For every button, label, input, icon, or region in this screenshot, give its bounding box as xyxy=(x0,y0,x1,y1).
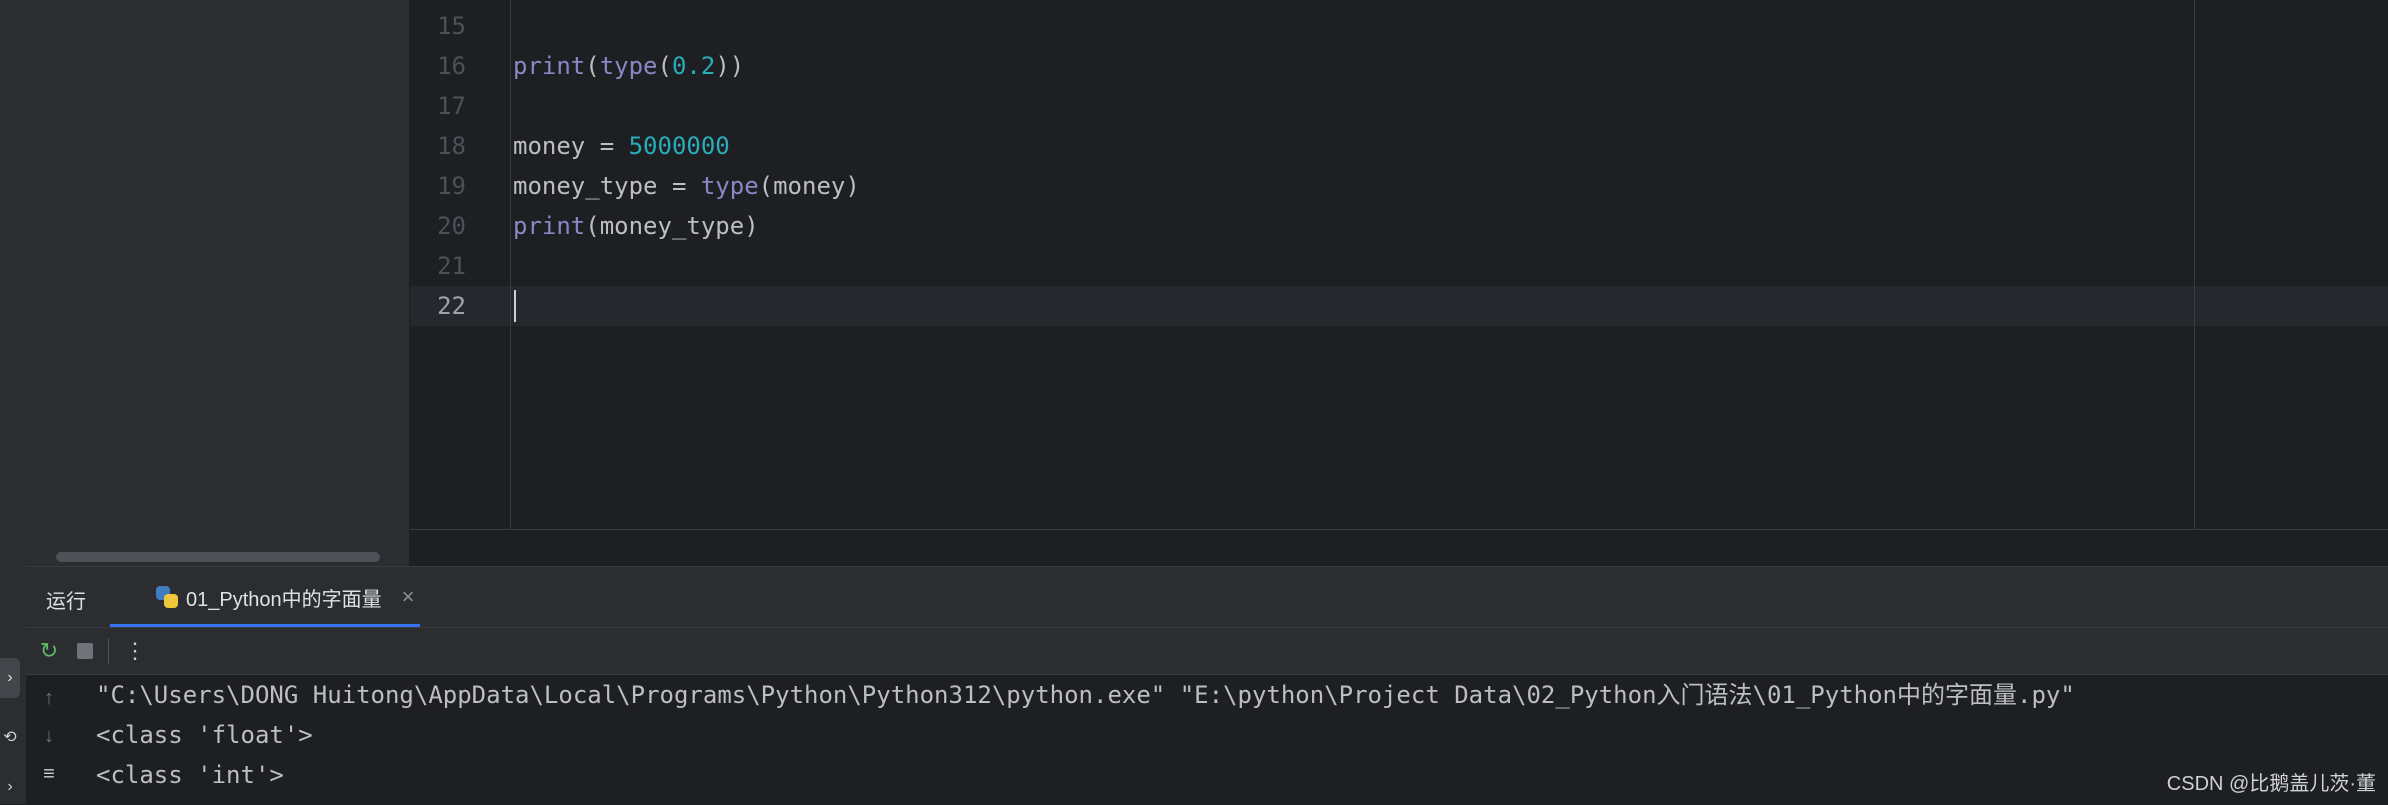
code-line[interactable]: 19 money_type = type(money) xyxy=(410,166,2388,206)
code-token: 0.2 xyxy=(671,52,716,80)
console-gutter: ↑ ↓ ≡ xyxy=(26,675,72,805)
run-tool-icon[interactable]: › xyxy=(0,658,20,698)
terminal-tool-icon[interactable]: › xyxy=(1,776,19,798)
editor-status-gap xyxy=(410,530,2388,566)
project-panel xyxy=(26,0,410,566)
code-text: money = 5000000 xyxy=(513,126,730,166)
project-horizontal-scrollbar[interactable] xyxy=(56,552,380,562)
right-margin-guide xyxy=(2194,0,2195,529)
gutter-separator xyxy=(510,0,511,529)
line-number: 20 xyxy=(437,212,466,240)
close-icon[interactable]: × xyxy=(402,584,415,610)
line-number: 15 xyxy=(437,12,466,40)
code-token: ( xyxy=(585,52,600,80)
watermark: CSDN @比鹅盖儿茨·董 xyxy=(2166,773,2376,795)
toolbar-separator xyxy=(108,638,109,664)
left-tool-strip: › ⟲ › xyxy=(0,0,27,804)
code-token: type xyxy=(700,172,759,200)
code-token: money_type = xyxy=(513,172,701,200)
code-line[interactable]: 21 xyxy=(410,246,2388,286)
code-token: ( xyxy=(657,52,672,80)
code-token: )) xyxy=(715,52,745,80)
run-config-tab[interactable]: 01_Python中的字面量 × xyxy=(110,567,420,627)
code-token: type xyxy=(599,52,658,80)
code-token: 5000000 xyxy=(628,132,730,160)
code-line[interactable]: 16 print(type(0.2)) xyxy=(410,46,2388,86)
code-line[interactable]: 15 xyxy=(410,6,2388,46)
line-number: 21 xyxy=(437,252,466,280)
code-line[interactable]: 20 print(money_type) xyxy=(410,206,2388,246)
code-line[interactable]: 22 xyxy=(410,286,2388,326)
down-arrow-icon[interactable]: ↓ xyxy=(36,725,62,751)
debug-tool-icon[interactable]: ⟲ xyxy=(1,726,19,748)
code-token: (money) xyxy=(758,172,860,200)
code-token: money = xyxy=(513,132,629,160)
stop-icon[interactable] xyxy=(70,636,100,666)
console-line: <class 'int'> xyxy=(96,761,284,789)
rerun-icon[interactable]: ↻ xyxy=(34,636,64,666)
up-arrow-icon[interactable]: ↑ xyxy=(36,687,62,713)
line-number: 19 xyxy=(437,172,466,200)
text-caret xyxy=(514,290,516,322)
python-file-icon xyxy=(156,586,178,608)
line-number: 16 xyxy=(437,52,466,80)
line-number: 18 xyxy=(437,132,466,160)
code-token: (money_type) xyxy=(585,212,759,240)
code-text: money_type = type(money) xyxy=(513,166,860,206)
line-number: 17 xyxy=(437,92,466,120)
console-line: "C:\Users\DONG Huitong\AppData\Local\Pro… xyxy=(96,681,2075,709)
code-text: print(money_type) xyxy=(513,206,759,246)
code-line[interactable]: 17 xyxy=(410,86,2388,126)
line-number: 22 xyxy=(437,292,466,320)
run-config-tab-label: 01_Python中的字面量 xyxy=(186,588,382,611)
run-panel-title: 运行 xyxy=(46,591,86,613)
run-tab-bar: 运行 01_Python中的字面量 × xyxy=(26,567,2388,628)
active-tab-indicator xyxy=(110,624,420,627)
soft-wrap-icon[interactable]: ≡ xyxy=(36,763,62,789)
more-icon[interactable]: ⋮ xyxy=(120,636,150,666)
code-token: print xyxy=(513,212,586,240)
code-line[interactable]: 18 money = 5000000 xyxy=(410,126,2388,166)
code-token: print xyxy=(513,52,586,80)
code-text: print(type(0.2)) xyxy=(513,46,744,86)
run-tool-window: 运行 01_Python中的字面量 × ↻ ⋮ ↑ ↓ ≡ "C:\Users\… xyxy=(26,566,2388,805)
console-line: <class 'float'> xyxy=(96,721,313,749)
run-toolbar: ↻ ⋮ xyxy=(26,628,2388,675)
code-editor[interactable]: 15 16 print(type(0.2)) 17 18 money = 5000000 1… xyxy=(410,0,2388,530)
